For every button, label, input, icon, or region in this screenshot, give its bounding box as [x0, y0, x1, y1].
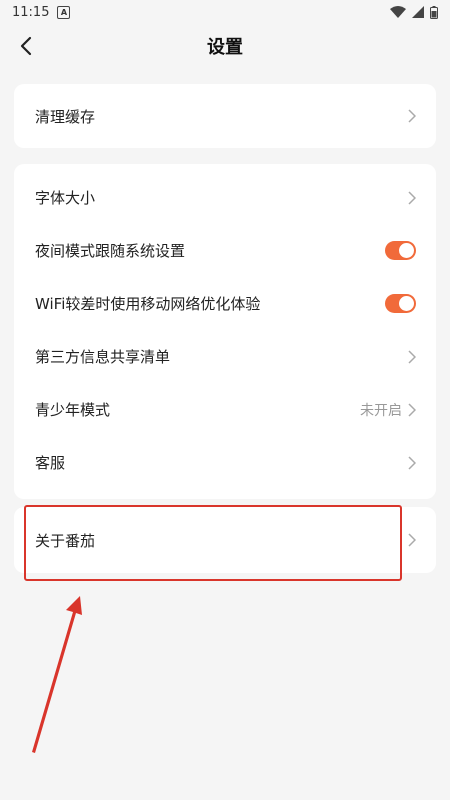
chevron-right-icon — [408, 533, 416, 547]
toggle-knob — [399, 296, 414, 311]
nav-bar: 设置 — [0, 24, 450, 68]
chevron-right-icon — [408, 349, 416, 364]
status-time: 11:15 — [12, 4, 50, 20]
teen-mode-row[interactable]: 青少年模式 未开启 — [14, 383, 436, 436]
third-party-list-row[interactable]: 第三方信息共享清单 — [14, 330, 436, 383]
settings-card-cache: 清理缓存 — [14, 84, 436, 148]
wifi-optimize-row: WiFi较差时使用移动网络优化体验 — [14, 277, 436, 330]
status-bar: 11:15 A — [0, 0, 450, 24]
page-title: 设置 — [207, 37, 243, 58]
signal-icon — [412, 6, 424, 18]
settings-card-main: 字体大小 夜间模式跟随系统设置 WiFi较差时使用移动网络优化体验 第三方信息共… — [14, 164, 436, 499]
chevron-right-icon — [408, 402, 416, 417]
row-label: 清理缓存 — [35, 107, 96, 126]
chevron-right-icon — [408, 109, 416, 123]
row-label: 第三方信息共享清单 — [35, 348, 171, 366]
about-row[interactable]: 关于番茄 — [14, 507, 436, 573]
settings-card-about: 关于番茄 — [14, 507, 436, 573]
row-label: 夜间模式跟随系统设置 — [35, 242, 186, 260]
toggle-knob — [399, 243, 414, 258]
row-label: 青少年模式 — [35, 401, 111, 419]
chevron-right-icon — [408, 455, 416, 470]
row-label: 字体大小 — [35, 189, 96, 207]
clear-cache-row[interactable]: 清理缓存 — [14, 84, 436, 148]
wifi-optimize-toggle[interactable] — [385, 294, 416, 313]
chevron-right-icon — [408, 190, 416, 205]
row-label: 关于番茄 — [35, 531, 96, 550]
night-mode-row: 夜间模式跟随系统设置 — [14, 224, 436, 277]
notification-icon: A — [57, 5, 71, 19]
battery-icon — [430, 5, 438, 19]
row-label: 客服 — [35, 454, 66, 472]
customer-service-row[interactable]: 客服 — [14, 436, 436, 489]
wifi-icon — [390, 6, 406, 18]
back-button[interactable] — [8, 24, 44, 68]
font-size-row[interactable]: 字体大小 — [14, 171, 436, 224]
teen-mode-status: 未开启 — [360, 402, 402, 419]
row-label: WiFi较差时使用移动网络优化体验 — [35, 295, 261, 313]
night-mode-toggle[interactable] — [385, 241, 416, 260]
chevron-left-icon — [20, 36, 32, 56]
